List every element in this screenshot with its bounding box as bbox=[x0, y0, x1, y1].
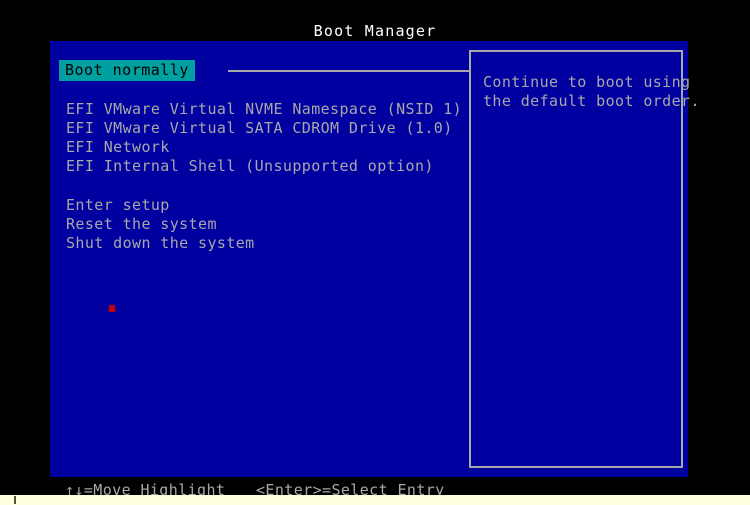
page-title: Boot Manager bbox=[313, 22, 437, 40]
menu-item-efi-internal-shell[interactable]: EFI Internal Shell (Unsupported option) bbox=[66, 157, 434, 176]
menu-item-efi-network[interactable]: EFI Network bbox=[66, 138, 170, 157]
help-text-line-1: Continue to boot using bbox=[483, 73, 691, 91]
mouse-cursor-artifact bbox=[109, 305, 115, 312]
hint-select-entry: <Enter>=Select Entry bbox=[256, 481, 445, 495]
menu-item-efi-nvme[interactable]: EFI VMware Virtual NVME Namespace (NSID … bbox=[66, 100, 462, 119]
menu-item-enter-setup[interactable]: Enter setup bbox=[66, 196, 170, 215]
console-caret bbox=[14, 496, 16, 504]
menu-item-shut-down-system[interactable]: Shut down the system bbox=[66, 234, 255, 253]
boot-menu-panel: Boot normally EFI VMware Virtual NVME Na… bbox=[50, 41, 700, 477]
menu-item-boot-normally[interactable]: Boot normally bbox=[59, 60, 195, 81]
menu-item-efi-sata-cdrom[interactable]: EFI VMware Virtual SATA CDROM Drive (1.0… bbox=[66, 119, 453, 138]
key-hint-bar: ↑↓=Move Highlight <Enter>=Select Entry bbox=[0, 481, 750, 495]
boot-manager-screen: Boot Manager Boot normally EFI VMware Vi… bbox=[0, 0, 750, 505]
console-strip bbox=[0, 495, 750, 505]
help-panel: Continue to boot using the default boot … bbox=[469, 50, 700, 468]
menu-item-reset-system[interactable]: Reset the system bbox=[66, 215, 217, 234]
hint-move-highlight: ↑↓=Move Highlight bbox=[65, 481, 226, 495]
help-text-line-2: the default boot order. bbox=[483, 92, 700, 110]
